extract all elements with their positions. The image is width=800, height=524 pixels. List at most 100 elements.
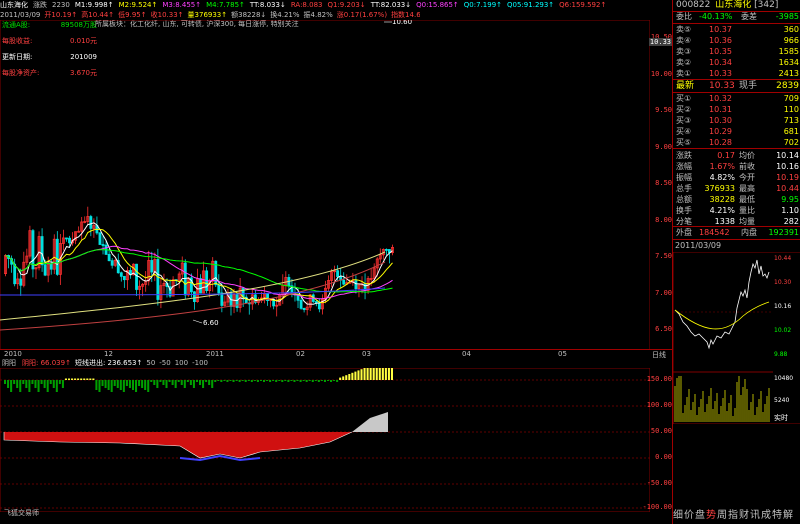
ohlc-item: 高10.44↑ [81, 11, 115, 19]
histogram-bar [159, 380, 162, 382]
candle-body [299, 299, 303, 309]
ohlc-item: 换4.21% [270, 11, 300, 19]
low-mark: 6.60 [203, 319, 219, 327]
histogram-bar [378, 368, 381, 380]
panel-tab[interactable]: 解 [783, 510, 793, 521]
candle-body [183, 262, 187, 296]
time-tick: 2010 [4, 350, 22, 358]
histogram-bar [34, 380, 37, 388]
histogram-bar [302, 380, 305, 381]
histogram-bar [31, 380, 34, 384]
order-book-row: 买③ 10.30 713 [673, 116, 800, 126]
candle-body [98, 232, 102, 245]
stat-label: 量比 [739, 206, 755, 215]
histogram-bar [384, 368, 387, 380]
histogram-bar [281, 380, 284, 382]
histogram-bar [244, 380, 247, 382]
sub-item: 100 [174, 359, 189, 367]
order-volume: 702 [783, 138, 799, 147]
inner-value: 192391 [768, 228, 799, 237]
histogram-bar [229, 380, 232, 381]
order-book-row: 卖① 10.33 2413 [673, 69, 800, 79]
weibi-value: -40.13% [699, 12, 733, 21]
stat-label: 均量 [739, 217, 755, 226]
histogram-bar [192, 380, 195, 388]
order-price: 10.36 [709, 36, 732, 45]
panel-tab[interactable]: 特 [772, 510, 782, 521]
mini-price-tick: 10.30 [774, 279, 791, 286]
order-label: 买⑤ [676, 138, 692, 147]
mini-price-tick: 10.44 [774, 255, 791, 262]
panel-tab[interactable]: 财 [739, 510, 749, 521]
stat-value: 376933 [704, 184, 735, 193]
stat-value: 4.21% [709, 206, 735, 215]
panel-tab[interactable]: 盘 [695, 510, 705, 521]
status-bar: 飞狐交易师 [0, 504, 672, 524]
price-tick: 7.50 [655, 252, 672, 260]
histogram-bar [171, 380, 174, 385]
header-item: 山东海化 [0, 1, 28, 9]
order-label: 卖② [676, 58, 692, 67]
order-label: 卖③ [676, 47, 692, 56]
panel-tabs[interactable]: 细价盘势周指财讯成特解 [673, 508, 800, 524]
order-price: 10.29 [709, 127, 732, 136]
header-item: M3:8.455↑ [162, 1, 202, 9]
sub-item: -50 [159, 359, 171, 367]
order-label: 卖① [676, 69, 692, 78]
panel-tab[interactable]: 指 [728, 510, 738, 521]
histogram-bar [67, 378, 71, 380]
candlestick-chart[interactable]: 10.60 6.60 [0, 20, 650, 350]
histogram-bar [342, 376, 345, 380]
intraday-chart[interactable]: 10.44 10.30 10.16 10.02 9.88 10480 5240 实时 [673, 252, 800, 424]
histogram-bar [354, 371, 357, 380]
weicha-label: 委差 [741, 12, 757, 21]
time-tick: 04 [462, 350, 471, 358]
histogram-bar [10, 380, 13, 392]
realtime-label[interactable]: 实时 [774, 413, 788, 422]
order-label: 卖⑤ [676, 25, 692, 34]
histogram-bar [272, 380, 275, 381]
panel-tab[interactable]: 周 [717, 510, 727, 521]
header-item: Q0:7.199↑ [463, 1, 503, 9]
histogram-bar [37, 380, 40, 392]
histogram-bar [296, 380, 299, 381]
yinyang-indicator-chart[interactable] [0, 368, 650, 512]
histogram-bar [262, 380, 266, 382]
histogram-bar [156, 380, 159, 388]
header-item: M1:9.998↑ [74, 1, 114, 9]
candle-body [302, 307, 306, 311]
panel-tab[interactable]: 势 [706, 510, 716, 521]
histogram-bar [247, 380, 250, 381]
order-volume: 360 [783, 25, 799, 34]
stat-row: 涨幅 1.67% 前收 10.16 [673, 161, 800, 172]
order-volume: 1585 [778, 47, 799, 56]
now-vol: 2839 [776, 81, 799, 91]
histogram-bar [92, 378, 95, 380]
price-tick: 9.00 [655, 142, 672, 151]
order-price: 10.34 [709, 58, 732, 67]
sub-indicator-header[interactable]: 阴阳 阴阳: 66.039↑ 短线进出: 236.653↑ 50 -50 100 -100 [0, 358, 400, 368]
order-volume: 681 [783, 127, 799, 136]
histogram-bar [299, 380, 302, 382]
histogram-bar [345, 375, 348, 380]
app-name-label: 飞狐交易师 [4, 509, 39, 517]
ohlc-item: 指数14.67(0.11) [391, 11, 420, 19]
price-tick: 9.50 [655, 106, 672, 114]
panel-tab[interactable]: 成 [761, 510, 771, 521]
histogram-bar [326, 380, 330, 381]
histogram-bar [202, 380, 205, 388]
histogram-bar [144, 380, 147, 390]
stat-label: 换手 [676, 206, 692, 215]
panel-tab[interactable]: 细 [673, 510, 683, 521]
histogram-bar [107, 380, 110, 390]
histogram-bar [7, 380, 10, 388]
candle-body [220, 292, 224, 306]
stat-label: 今开 [739, 173, 755, 182]
panel-tab[interactable]: 价 [684, 510, 694, 521]
histogram-bar [232, 380, 235, 382]
histogram-bar [259, 380, 262, 381]
histogram-bar [49, 380, 52, 384]
histogram-bar [22, 380, 25, 384]
panel-tab[interactable]: 讯 [750, 510, 760, 521]
mini-volume-tick: 10480 [774, 375, 793, 382]
